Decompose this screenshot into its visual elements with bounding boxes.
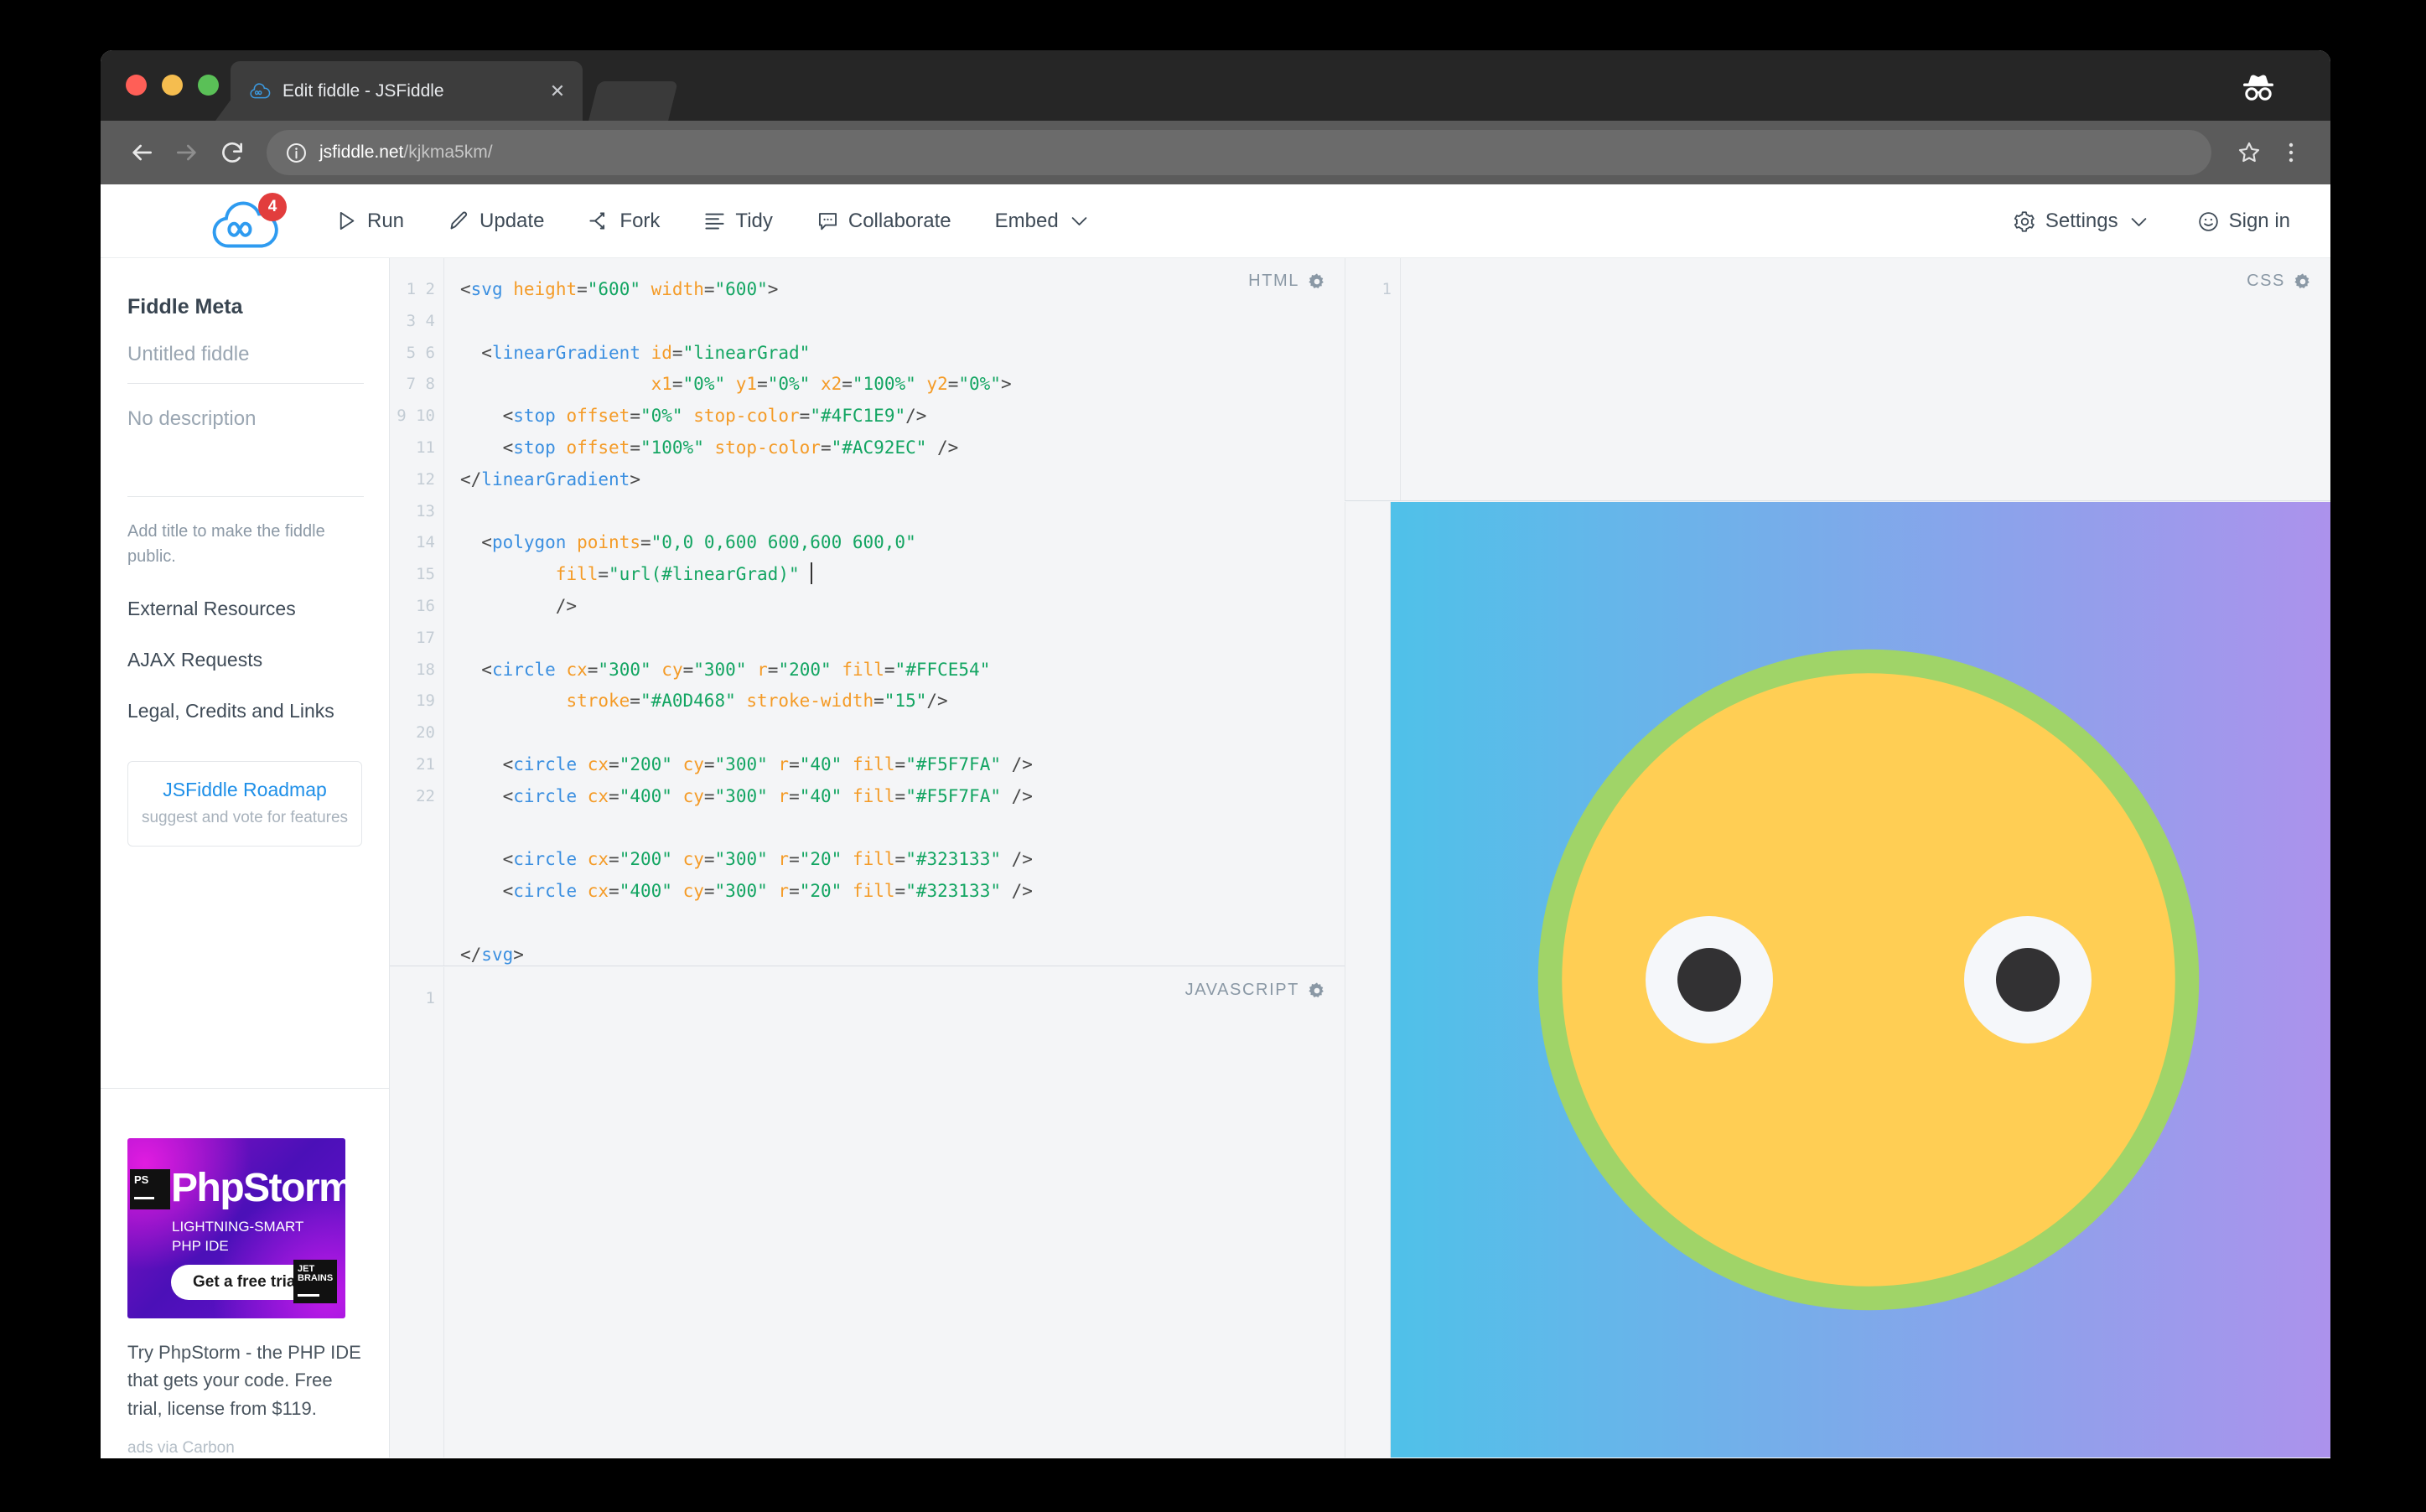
sidebar-item-legal-credits-links[interactable]: Legal, Credits and Links xyxy=(127,671,364,722)
update-label: Update xyxy=(479,209,545,232)
tidy-label: Tidy xyxy=(735,209,773,232)
gear-icon[interactable] xyxy=(2294,272,2312,291)
css-line-numbers: 1 xyxy=(1345,258,1401,500)
url-bar[interactable]: jsfiddle.net/kjkma5km/ xyxy=(267,130,2211,175)
css-code-content[interactable] xyxy=(1402,258,2330,500)
fork-button[interactable]: Fork xyxy=(588,210,660,233)
browser-omnibox-row: jsfiddle.net/kjkma5km/ xyxy=(101,121,2330,184)
sidebar-item-ajax-requests[interactable]: AJAX Requests xyxy=(127,620,364,671)
minimize-window-button[interactable] xyxy=(162,75,183,96)
sign-in-button[interactable]: Sign in xyxy=(2197,210,2290,233)
settings-label: Settings xyxy=(2045,210,2118,232)
sidebar: Fiddle Meta Untitled fiddle No descripti… xyxy=(101,258,390,1458)
gear-icon[interactable] xyxy=(1308,272,1326,291)
public-hint: Add title to make the fiddle public. xyxy=(127,522,325,566)
url-text: jsfiddle.net/kjkma5km/ xyxy=(319,142,493,163)
toolbar-right-group: Settings Sign in xyxy=(1967,184,2290,258)
gear-icon[interactable] xyxy=(1308,981,1326,1000)
back-arrow-icon[interactable] xyxy=(119,130,164,175)
browser-window: Edit fiddle - JSFiddle ✕ jsfiddle.net/kj… xyxy=(101,50,2330,1458)
reload-icon[interactable] xyxy=(210,130,255,175)
workspace: Fiddle Meta Untitled fiddle No descripti… xyxy=(101,258,2330,1458)
javascript-code-content[interactable] xyxy=(445,967,1345,1458)
site-info-icon[interactable] xyxy=(285,142,308,164)
html-panel-label: HTML xyxy=(1248,272,1326,291)
sidebar-item-external-resources[interactable]: External Resources xyxy=(127,569,364,620)
smiley-face-icon xyxy=(2198,211,2218,231)
collaborate-label: Collaborate xyxy=(848,209,951,232)
url-domain: jsfiddle.net xyxy=(319,142,404,162)
phpstorm-logo-icon: PS xyxy=(130,1168,170,1209)
ad-title: PhpStorm xyxy=(171,1165,345,1210)
close-window-button[interactable] xyxy=(126,75,147,96)
fiddle-title-input[interactable]: Untitled fiddle xyxy=(127,319,364,384)
html-panel-label-text: HTML xyxy=(1248,272,1299,290)
chat-bubble-icon xyxy=(818,213,837,230)
css-editor-panel[interactable]: CSS 1 xyxy=(1345,258,2330,501)
jsfiddle-app: 4 Run Update Fork Tidy Collaborate Embed… xyxy=(101,184,2330,1458)
javascript-panel-label-text: JAVASCRIPT xyxy=(1184,981,1299,999)
jetbrains-logo-text: JET BRAINS xyxy=(298,1263,334,1284)
close-icon[interactable]: ✕ xyxy=(547,81,568,101)
new-tab-area[interactable] xyxy=(588,81,678,121)
javascript-panel-label: JAVASCRIPT xyxy=(1185,981,1326,1000)
jetbrains-logo-icon: JET BRAINS xyxy=(293,1259,337,1303)
update-button[interactable]: Update xyxy=(448,210,544,233)
embed-label: Embed xyxy=(994,209,1059,232)
sidebar-divider xyxy=(101,1088,389,1089)
gear-icon xyxy=(2014,210,2035,232)
pupil-left xyxy=(1677,948,1741,1012)
browser-tab-strip: Edit fiddle - JSFiddle ✕ xyxy=(101,50,2330,121)
url-path: /kjkma5km/ xyxy=(403,142,493,162)
html-editor-panel[interactable]: HTML 1 2 3 4 5 6 7 8 9 10 11 12 13 14 15… xyxy=(390,258,1345,966)
browser-tab-title: Edit fiddle - JSFiddle xyxy=(283,80,444,101)
run-label: Run xyxy=(367,209,405,232)
phpstorm-ad-banner[interactable]: PS PhpStorm LIGHTNING-SMART PHP IDE Get … xyxy=(127,1137,345,1318)
notification-badge[interactable]: 4 xyxy=(258,193,287,221)
jsfiddle-cloud-icon xyxy=(250,82,271,98)
javascript-editor-panel[interactable]: JAVASCRIPT 1 xyxy=(390,967,1345,1458)
ad-description[interactable]: Try PhpStorm - the PHP IDE that gets you… xyxy=(127,1339,371,1422)
incognito-icon xyxy=(2243,75,2273,101)
fiddle-meta-title: Fiddle Meta xyxy=(127,295,243,318)
html-line-numbers: 1 2 3 4 5 6 7 8 9 10 11 12 13 14 15 16 1… xyxy=(390,258,444,966)
chevron-down-icon xyxy=(1071,217,1087,225)
app-toolbar: 4 Run Update Fork Tidy Collaborate Embed… xyxy=(101,184,2330,258)
browser-menu-icon[interactable] xyxy=(2270,140,2312,165)
ad-block: PS PhpStorm LIGHTNING-SMART PHP IDE Get … xyxy=(101,1111,389,1458)
phpstorm-logo-text: PS xyxy=(134,1173,149,1186)
chevron-down-icon xyxy=(2131,217,2146,226)
window-controls xyxy=(126,75,219,96)
browser-tab[interactable]: Edit fiddle - JSFiddle ✕ xyxy=(231,61,583,121)
result-preview-panel[interactable] xyxy=(1391,502,2330,1458)
list-lines-icon xyxy=(705,213,725,230)
javascript-line-numbers: 1 xyxy=(390,967,444,1458)
tidy-button[interactable]: Tidy xyxy=(703,209,773,233)
css-panel-label-text: CSS xyxy=(2247,272,2285,290)
forward-arrow-icon[interactable] xyxy=(164,130,210,175)
pencil-icon xyxy=(450,211,468,230)
collaborate-button[interactable]: Collaborate xyxy=(816,210,951,233)
preview-left-spacer xyxy=(1345,502,1391,1458)
run-button[interactable]: Run xyxy=(335,210,404,233)
css-panel-label: CSS xyxy=(2247,272,2312,291)
settings-menu[interactable]: Settings xyxy=(2014,210,2150,233)
fiddle-description-input[interactable]: No description xyxy=(127,384,364,497)
roadmap-link[interactable]: JSFiddle Roadmap xyxy=(137,779,353,801)
roadmap-box[interactable]: JSFiddle Roadmap suggest and vote for fe… xyxy=(127,761,362,847)
html-code-content[interactable]: <svg height="600" width="600"> <linearGr… xyxy=(445,258,1345,966)
play-icon xyxy=(340,211,355,230)
ad-credit[interactable]: ads via Carbon xyxy=(127,1439,362,1458)
page-background xyxy=(0,1458,2426,1512)
rendered-svg-face xyxy=(1537,649,2200,1311)
pupil-right xyxy=(1996,948,2060,1012)
roadmap-subtitle: suggest and vote for features xyxy=(141,809,349,826)
embed-menu[interactable]: Embed xyxy=(995,210,1091,233)
fork-label: Fork xyxy=(619,209,661,232)
ad-subtitle: LIGHTNING-SMART PHP IDE xyxy=(172,1218,304,1254)
sign-in-label: Sign in xyxy=(2228,210,2290,232)
zoom-window-button[interactable] xyxy=(198,75,219,96)
fork-icon xyxy=(589,212,605,230)
bookmark-star-icon[interactable] xyxy=(2228,140,2270,165)
